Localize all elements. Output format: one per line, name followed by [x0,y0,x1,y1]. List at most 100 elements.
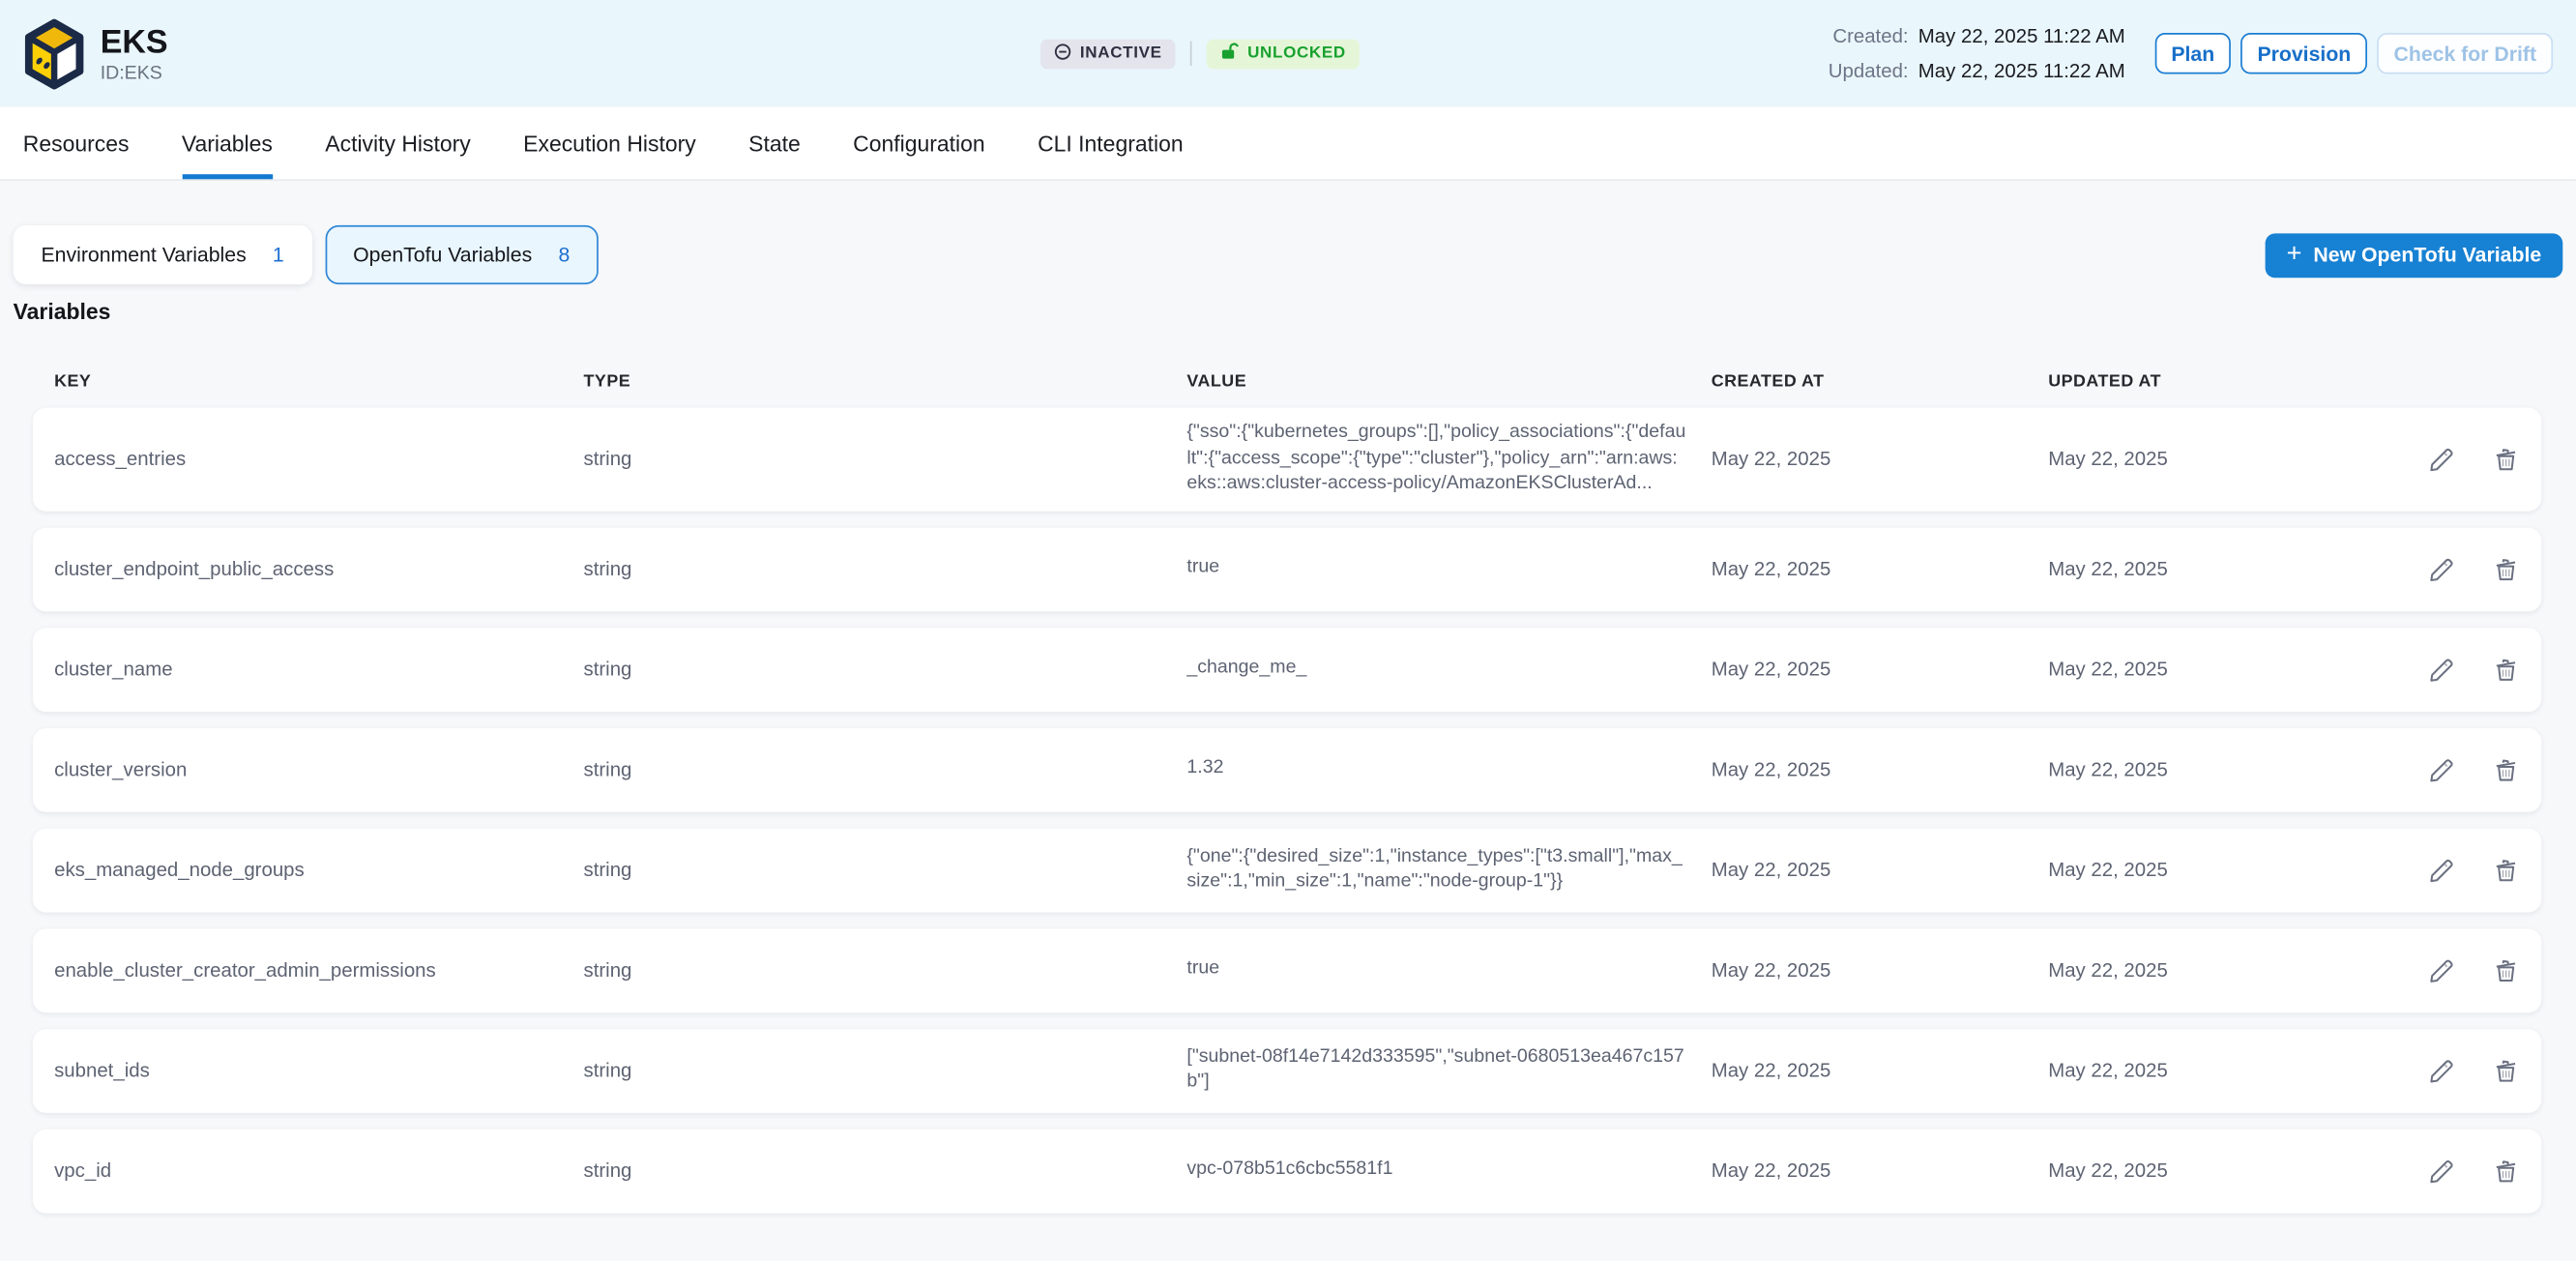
delete-variable-button[interactable] [2492,856,2520,884]
edit-variable-button[interactable] [2428,755,2456,783]
updated-value: May 22, 2025 11:22 AM [1918,59,2125,82]
badge-divider [1190,42,1192,67]
tab-label: CLI Integration [1038,131,1184,156]
column-header-type: TYPE [584,371,1187,391]
trash-icon [2492,1056,2520,1084]
new-variable-label: New OpenTofu Variable [2313,244,2541,267]
environment-title: EKS [101,24,168,60]
column-header-key: KEY [54,371,583,391]
header-right: Created: May 22, 2025 11:22 AM Updated: … [1829,25,2553,83]
trash-icon [2492,956,2520,984]
environment-variables-toggle[interactable]: Environment Variables 1 [14,225,312,284]
created-value: May 22, 2025 11:22 AM [1918,25,2125,48]
new-opentofu-variable-button[interactable]: + New OpenTofu Variable [2266,233,2563,278]
row-actions [2262,755,2520,783]
timestamps: Created: May 22, 2025 11:22 AM Updated: … [1829,25,2125,83]
variable-type: string [584,1158,1187,1185]
row-actions [2262,445,2520,473]
column-header-created-at: CREATED AT [1712,371,2048,391]
delete-variable-button[interactable] [2492,656,2520,684]
variable-type: string [584,656,1187,683]
column-header-updated-at: UPDATED AT [2048,371,2262,391]
status-badges: INACTIVE UNLOCKED [1040,39,1359,69]
tab-state[interactable]: State [748,107,801,180]
variable-value: ["subnet-08f14e7142d333595","subnet-0680… [1186,1044,1710,1096]
variable-updated-at: May 22, 2025 [2048,446,2262,473]
variable-row: cluster_name string _change_me_ May 22, … [33,628,2541,712]
screen: EKS ID:EKS INACTIVE UNLOCKED Created: [0,0,2576,1261]
minus-circle-icon [1054,42,1072,65]
pencil-icon [2428,856,2456,884]
variable-key: vpc_id [54,1158,583,1185]
variable-key: cluster_name [54,656,583,683]
pencil-icon [2428,956,2456,984]
lock-badge-unlocked: UNLOCKED [1207,39,1360,69]
tab-cli-integration[interactable]: CLI Integration [1038,107,1184,180]
toggle-list: Environment Variables 1 OpenTofu Variabl… [14,225,599,284]
tab-execution-history[interactable]: Execution History [523,107,696,180]
row-actions [2262,1056,2520,1084]
variable-type: string [584,756,1187,783]
delete-variable-button[interactable] [2492,1157,2520,1185]
check-for-drift-button[interactable]: Check for Drift [2377,33,2553,74]
variable-type: string [584,956,1187,983]
tab-label: Activity History [325,131,470,156]
tab-label: Variables [182,131,273,156]
variable-updated-at: May 22, 2025 [2048,556,2262,583]
edit-variable-button[interactable] [2428,956,2456,984]
variable-row: subnet_ids string ["subnet-08f14e7142d33… [33,1028,2541,1112]
variable-created-at: May 22, 2025 [1712,556,2048,583]
trash-icon [2492,656,2520,684]
pencil-icon [2428,445,2456,473]
tab-bar: Resources Variables Activity History Execut… [0,107,2576,182]
provision-button[interactable]: Provision [2240,33,2367,74]
variable-key: access_entries [54,446,583,473]
delete-variable-button[interactable] [2492,445,2520,473]
tab-resources[interactable]: Resources [23,107,130,180]
edit-variable-button[interactable] [2428,555,2456,583]
edit-variable-button[interactable] [2428,856,2456,884]
variable-value: 1.32 [1186,756,1710,781]
edit-variable-button[interactable] [2428,445,2456,473]
table-header: KEY TYPE VALUE CREATED AT UPDATED AT [33,371,2541,391]
delete-variable-button[interactable] [2492,956,2520,984]
edit-variable-button[interactable] [2428,1157,2456,1185]
variable-value: vpc-078b51c6cbc5581f1 [1186,1158,1710,1183]
variable-key: cluster_endpoint_public_access [54,556,583,583]
opentofu-variables-toggle[interactable]: OpenTofu Variables 8 [325,225,598,284]
pencil-icon [2428,1056,2456,1084]
variable-created-at: May 22, 2025 [1712,1057,2048,1084]
toggle-count: 1 [273,244,284,267]
variable-value: true [1186,957,1710,982]
updated-label: Updated: [1829,59,1909,82]
variable-key: enable_cluster_creator_admin_permissions [54,956,583,983]
variable-row: vpc_id string vpc-078b51c6cbc5581f1 May … [33,1129,2541,1213]
variables-table: access_entries string {"sso":{"kubernete… [33,408,2541,1213]
edit-variable-button[interactable] [2428,1056,2456,1084]
toggle-label: Environment Variables [42,244,247,267]
variable-updated-at: May 22, 2025 [2048,1158,2262,1185]
delete-variable-button[interactable] [2492,555,2520,583]
tab-configuration[interactable]: Configuration [853,107,985,180]
trash-icon [2492,445,2520,473]
variable-type: string [584,1057,1187,1084]
edit-variable-button[interactable] [2428,656,2456,684]
logo-title-block: EKS ID:EKS [21,17,168,90]
tab-activity-history[interactable]: Activity History [325,107,470,180]
delete-variable-button[interactable] [2492,1056,2520,1084]
variable-created-at: May 22, 2025 [1712,1158,2048,1185]
status-badge-label: INACTIVE [1080,44,1162,63]
lock-badge-label: UNLOCKED [1247,44,1346,63]
plan-button[interactable]: Plan [2154,33,2231,74]
tab-variables[interactable]: Variables [182,107,273,180]
variable-updated-at: May 22, 2025 [2048,857,2262,884]
toggle-label: OpenTofu Variables [353,244,532,267]
variable-value: {"sso":{"kubernetes_groups":[],"policy_a… [1186,421,1710,497]
variable-row: cluster_version string 1.32 May 22, 2025… [33,727,2541,811]
trash-icon [2492,755,2520,783]
variable-type: string [584,446,1187,473]
row-actions [2262,956,2520,984]
variables-content: Environment Variables 1 OpenTofu Variabl… [0,181,2576,1213]
variable-created-at: May 22, 2025 [1712,857,2048,884]
delete-variable-button[interactable] [2492,755,2520,783]
